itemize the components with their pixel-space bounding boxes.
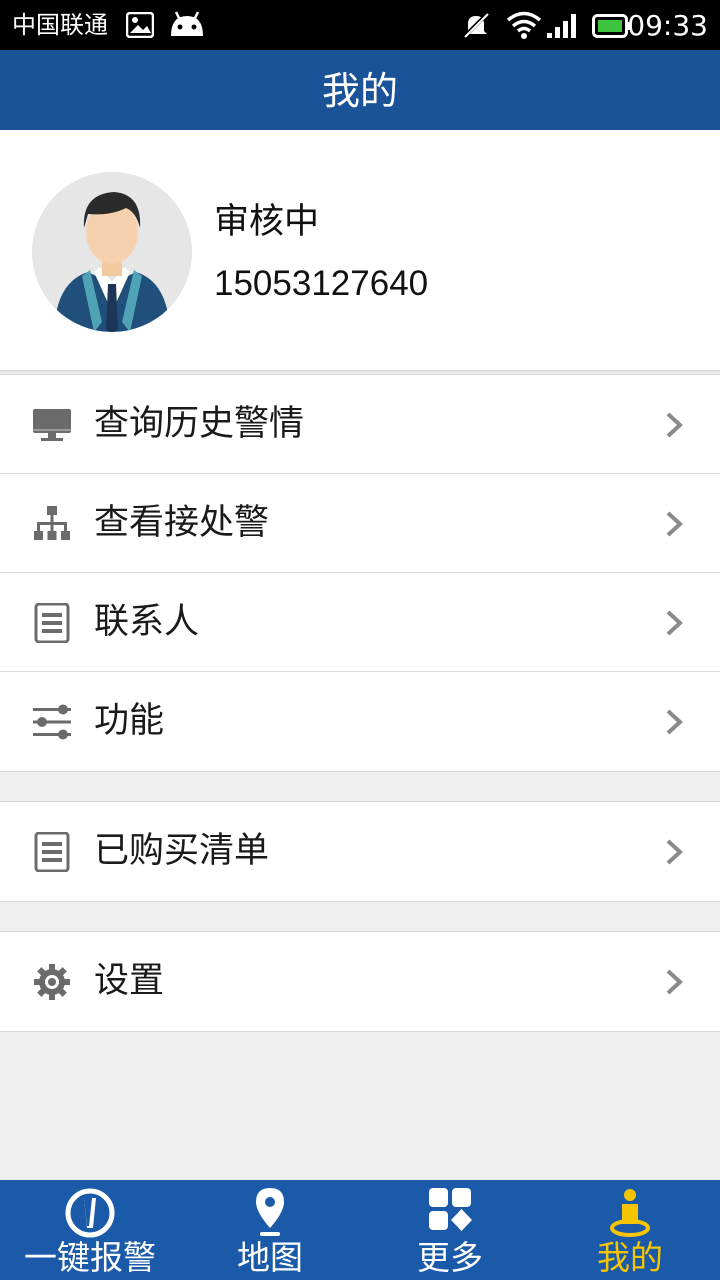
chevron-right-icon	[664, 838, 684, 866]
menu-item-purchase-list[interactable]: 已购买清单	[0, 802, 720, 901]
document-icon	[32, 831, 72, 873]
profile-card[interactable]: 审核中 15053127640	[0, 130, 720, 372]
menu-group-purchases: 已购买清单	[0, 801, 720, 902]
menu-item-contacts[interactable]: 联系人	[0, 573, 720, 672]
document-icon	[32, 602, 72, 644]
menu-group-settings: 设置	[0, 931, 720, 1032]
image-notification-icon	[125, 11, 155, 42]
tab-label: 地图	[237, 1238, 303, 1277]
menu-item-label: 查看接处警	[94, 503, 270, 543]
carrier-name: 中国联通	[12, 11, 108, 39]
menu-item-functions[interactable]: 功能	[0, 672, 720, 771]
grid-icon	[422, 1184, 478, 1240]
monitor-icon	[32, 405, 72, 445]
menu-item-label: 查询历史警情	[94, 404, 305, 444]
sliders-icon	[32, 702, 72, 742]
menu-item-label: 设置	[94, 961, 165, 1001]
signal-icon	[546, 11, 582, 43]
chevron-right-icon	[664, 968, 684, 996]
mute-icon	[462, 11, 490, 43]
tab-label: 我的	[597, 1238, 663, 1277]
menu-item-label: 功能	[94, 701, 165, 741]
wifi-icon	[506, 11, 542, 43]
menu-group-main: 查询历史警情 查看接处警 联系人 功能	[0, 374, 720, 772]
avatar[interactable]	[32, 172, 192, 332]
gear-icon	[32, 962, 72, 1002]
bottom-tab-bar: 一键报警 地图 更多 我的	[0, 1180, 720, 1280]
menu-item-alarm-history[interactable]: 查询历史警情	[0, 375, 720, 474]
chevron-right-icon	[664, 510, 684, 538]
hierarchy-icon	[32, 504, 72, 544]
phone-number: 15053127640	[214, 264, 429, 303]
battery-icon	[592, 14, 632, 42]
tab-more[interactable]: 更多	[360, 1180, 540, 1280]
review-status: 审核中	[214, 202, 320, 242]
menu-item-view-dispatch[interactable]: 查看接处警	[0, 474, 720, 573]
tab-label: 一键报警	[24, 1238, 156, 1277]
chevron-right-icon	[664, 609, 684, 637]
chevron-right-icon	[664, 708, 684, 736]
status-bar: 中国联通 09:33	[0, 0, 720, 50]
title-bar: 我的	[0, 50, 720, 130]
tab-label: 更多	[417, 1238, 483, 1277]
tab-one-key-alarm[interactable]: 一键报警	[0, 1180, 180, 1280]
clock: 09:33	[627, 9, 708, 42]
menu-item-label: 已购买清单	[94, 831, 270, 871]
alarm-icon	[62, 1184, 118, 1240]
tab-mine[interactable]: 我的	[540, 1180, 720, 1280]
menu-item-settings[interactable]: 设置	[0, 932, 720, 1031]
person-icon	[602, 1184, 658, 1240]
tab-map[interactable]: 地图	[180, 1180, 360, 1280]
android-notification-icon	[168, 10, 206, 42]
menu-item-label: 联系人	[94, 602, 200, 642]
page-title: 我的	[321, 69, 398, 113]
map-pin-icon	[242, 1184, 298, 1240]
chevron-right-icon	[664, 411, 684, 439]
